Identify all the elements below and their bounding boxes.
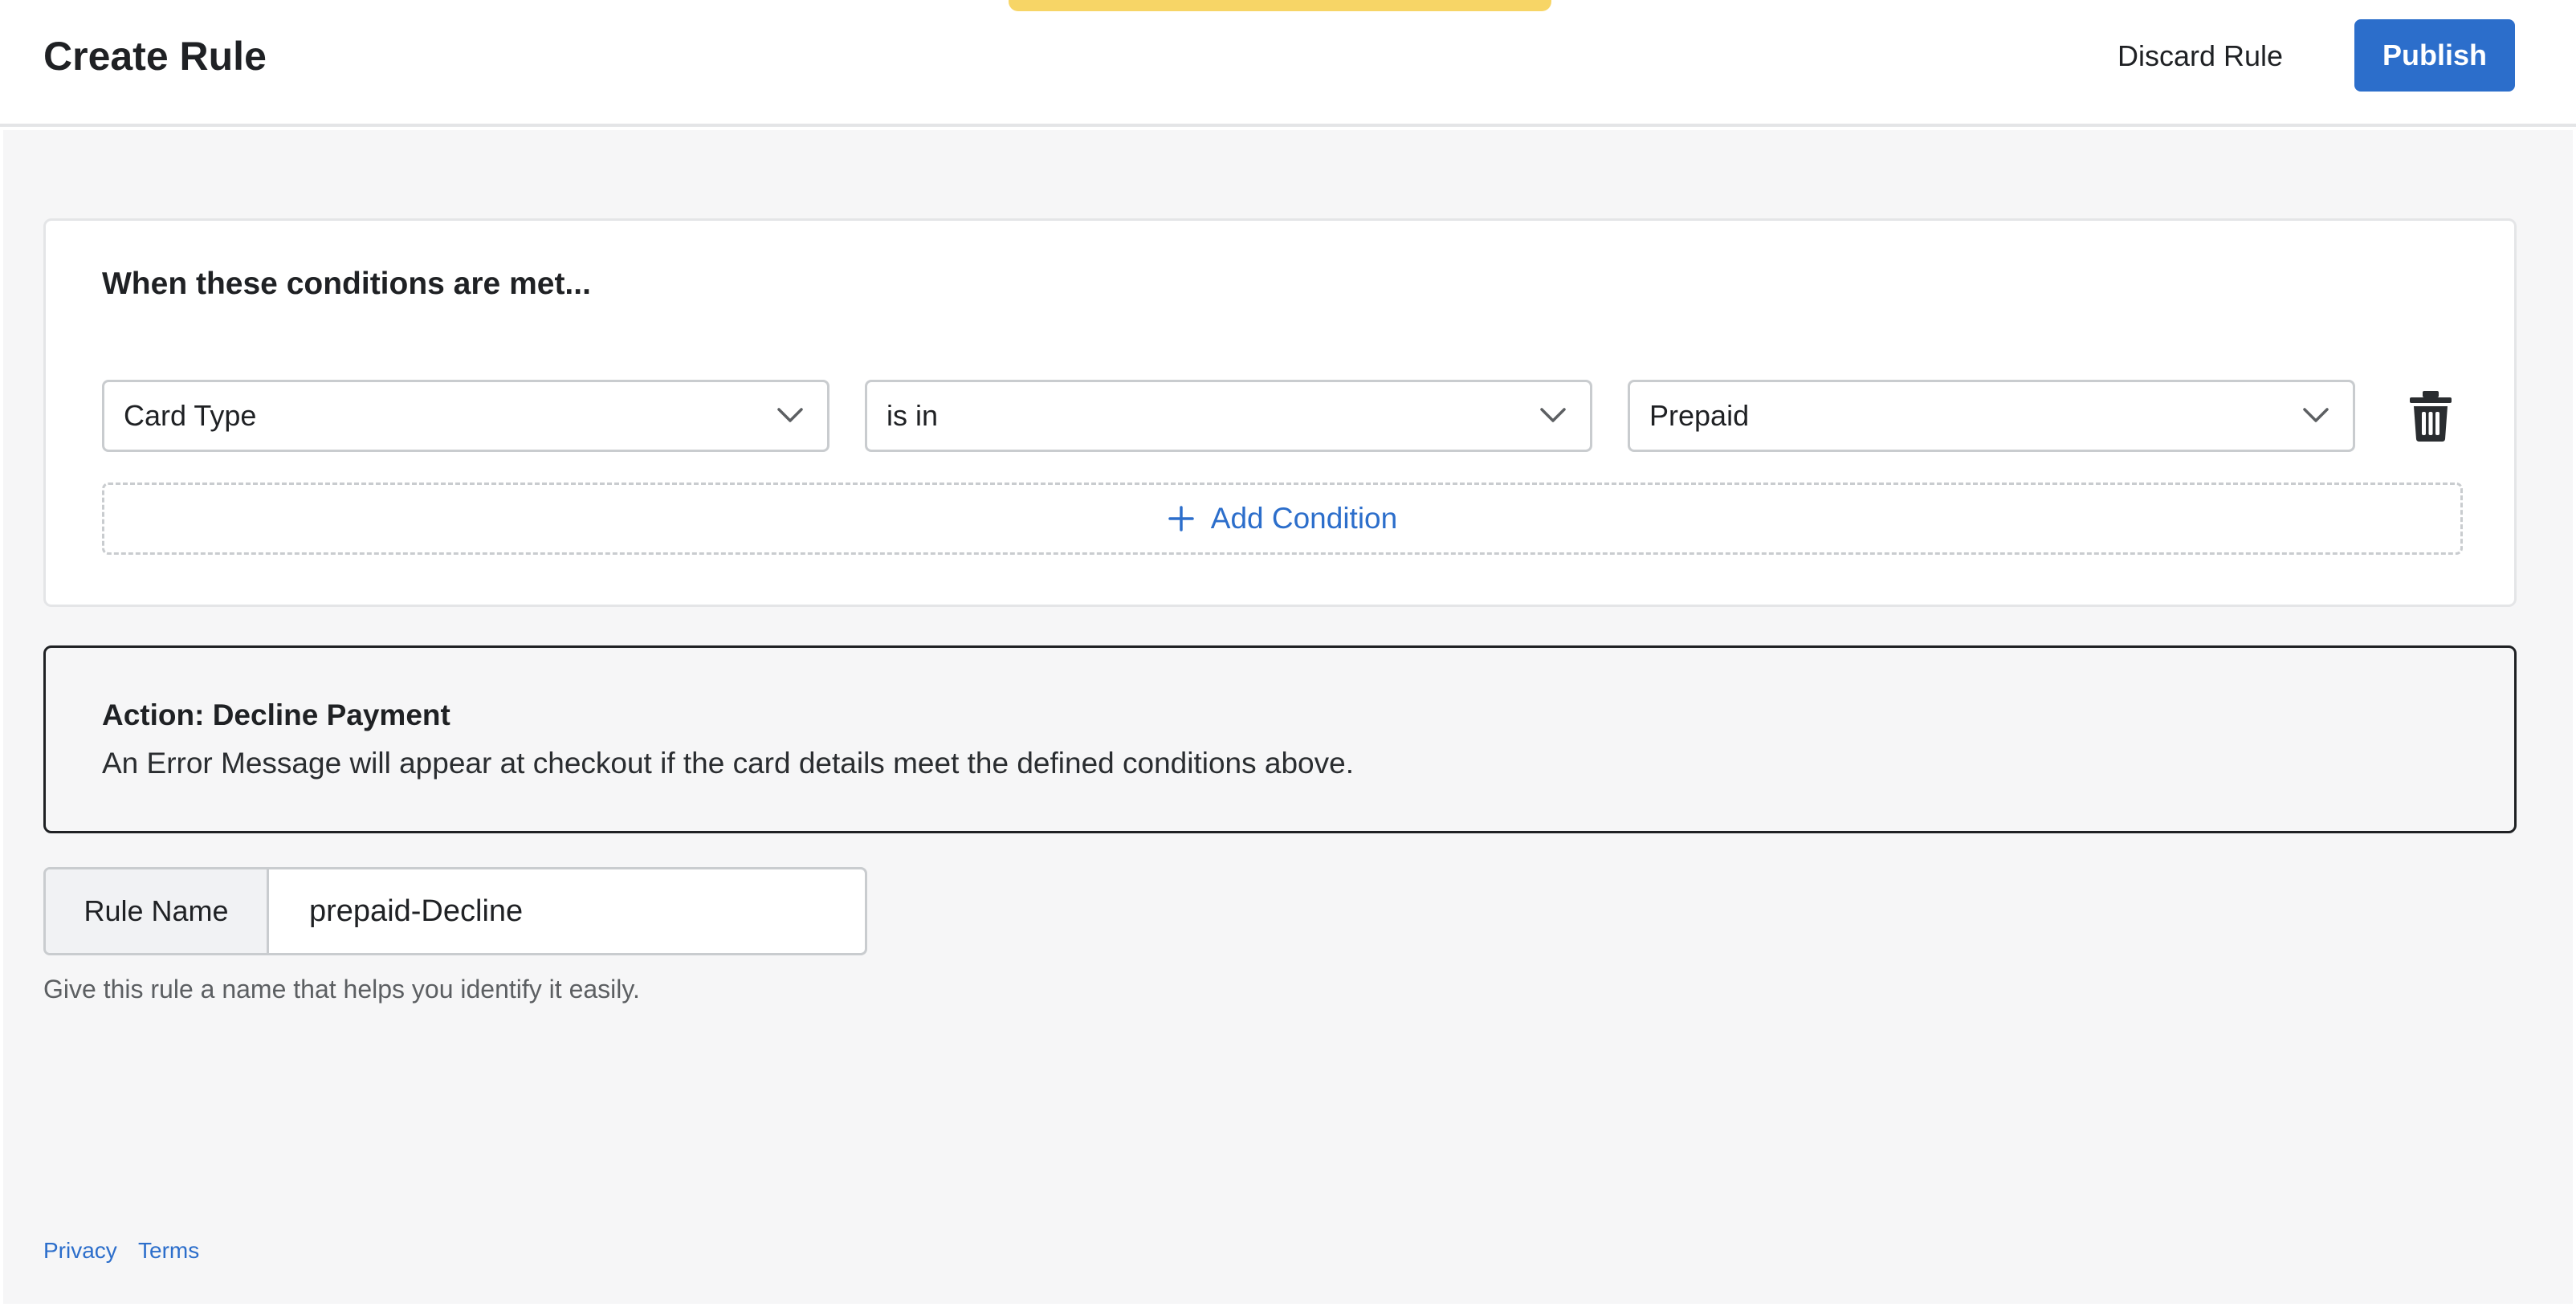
conditions-heading: When these conditions are met... <box>102 267 591 301</box>
rule-name-input[interactable] <box>274 869 865 953</box>
terms-link[interactable]: Terms <box>138 1236 199 1265</box>
add-condition-button[interactable]: Add Condition <box>102 482 2463 555</box>
action-title: Action: Decline Payment <box>102 698 450 731</box>
chevron-down-icon <box>2303 408 2329 422</box>
page-title: Create Rule <box>43 34 267 79</box>
main-content: When these conditions are met... Card Ty… <box>3 130 2573 1304</box>
loading-indicator <box>1009 0 1551 11</box>
condition-field-select[interactable]: Card Type <box>102 380 829 452</box>
conditions-card: When these conditions are met... Card Ty… <box>43 218 2517 607</box>
condition-value-value: Prepaid <box>1649 399 1750 432</box>
top-bar: Create Rule Discard Rule Publish <box>0 0 2576 127</box>
add-condition-label: Add Condition <box>1210 502 1398 535</box>
condition-operator-select[interactable]: is in <box>865 380 1592 452</box>
condition-operator-value: is in <box>887 399 939 432</box>
plus-icon <box>1168 506 1194 531</box>
chevron-down-icon <box>777 408 803 422</box>
condition-field-value: Card Type <box>124 399 257 432</box>
trash-icon[interactable] <box>2407 389 2455 442</box>
discard-rule-button[interactable]: Discard Rule <box>2088 21 2313 92</box>
publish-button[interactable]: Publish <box>2354 19 2515 92</box>
rule-name-label: Rule Name <box>46 869 269 953</box>
rule-name-field: Rule Name <box>43 867 867 955</box>
privacy-link[interactable]: Privacy <box>43 1236 117 1265</box>
rule-name-help-text: Give this rule a name that helps you ide… <box>43 975 640 1004</box>
chevron-down-icon <box>1540 408 1566 422</box>
condition-value-select[interactable]: Prepaid <box>1628 380 2355 452</box>
action-description: An Error Message will appear at checkout… <box>102 747 1354 780</box>
action-card: Action: Decline Payment An Error Message… <box>43 645 2517 833</box>
